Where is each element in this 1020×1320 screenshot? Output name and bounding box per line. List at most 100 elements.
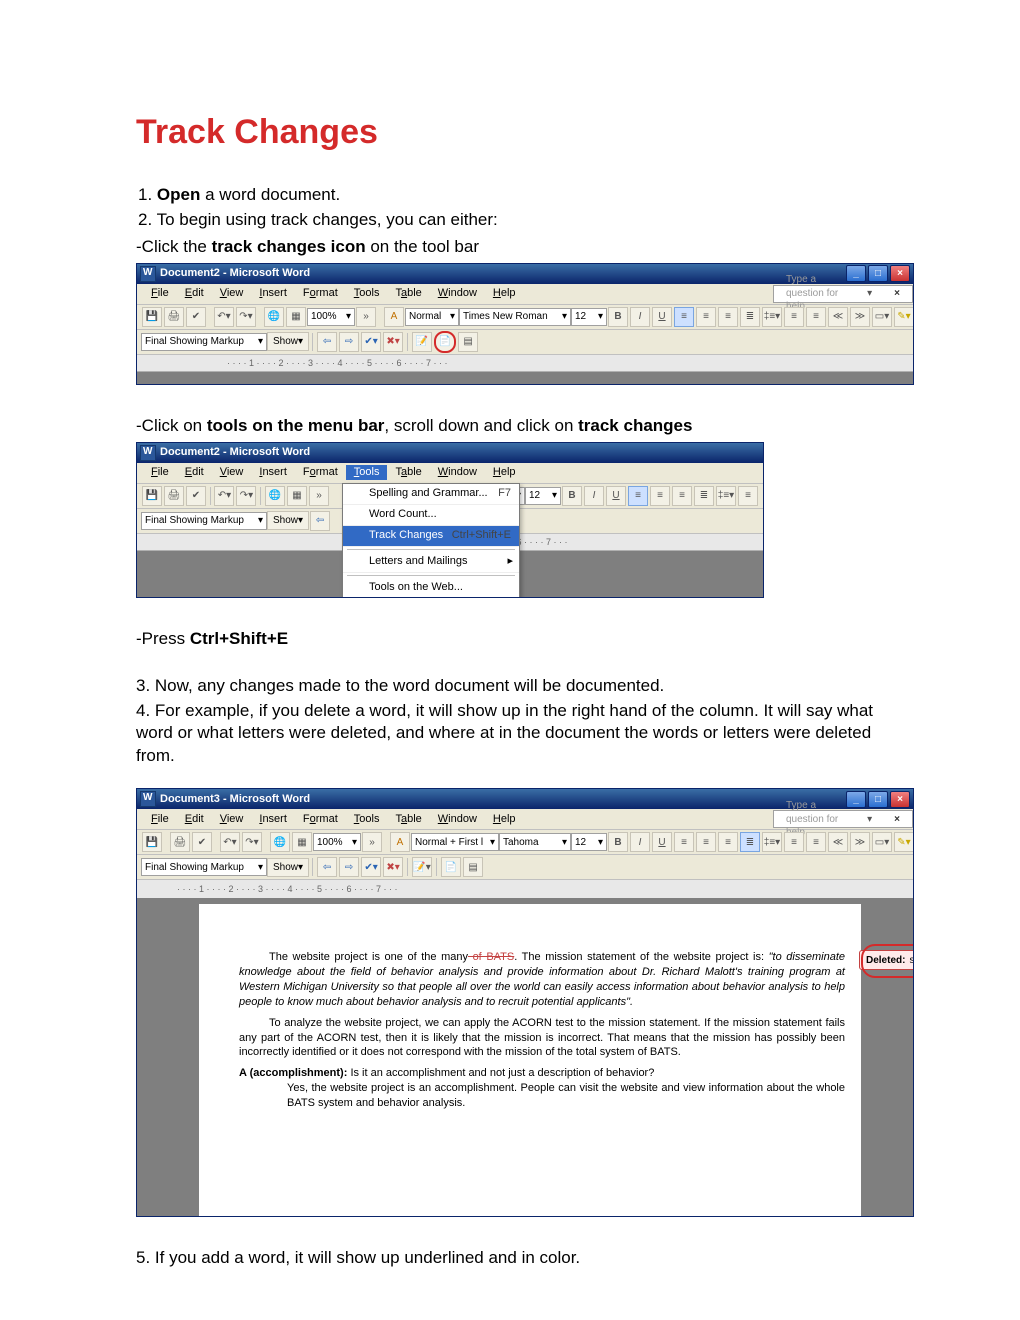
help-search[interactable]: Type a question for help▾× (773, 285, 913, 303)
border-button[interactable]: ▭▾ (872, 307, 892, 327)
tools-spelling[interactable]: Spelling and Grammar...F7 (343, 484, 519, 505)
bold-button[interactable]: B (608, 832, 628, 852)
prev-change-button[interactable]: ⇦ (317, 857, 337, 877)
bullets-button[interactable]: ≡ (806, 307, 826, 327)
menu-file[interactable]: File (143, 286, 177, 301)
highlight-button[interactable]: ✎▾ (894, 307, 913, 327)
out-indent-button[interactable]: ≪ (828, 832, 848, 852)
tools-letters[interactable]: Letters and Mailings▸ (343, 552, 519, 573)
redo-icon[interactable]: ↷▾ (236, 307, 256, 327)
maximize-button[interactable]: □ (868, 791, 888, 808)
tools-track-changes[interactable]: Track ChangesCtrl+Shift+E (343, 526, 519, 547)
menu-help[interactable]: Help (485, 465, 524, 480)
menu-view[interactable]: View (212, 286, 252, 301)
print-icon[interactable]: 🖨 (170, 832, 190, 852)
help-search[interactable]: Type a question for help▾× (773, 810, 913, 828)
menu-tools[interactable]: Tools (346, 286, 388, 301)
undo-icon[interactable]: ↶▾ (220, 832, 240, 852)
prev-change-button[interactable]: ⇦ (317, 332, 337, 352)
reject-button[interactable]: ✖▾ (383, 857, 403, 877)
print-icon[interactable]: 🖨 (164, 486, 184, 506)
style-icon[interactable]: A (390, 832, 410, 852)
accept-button[interactable]: ✔▾ (361, 332, 381, 352)
menu-edit[interactable]: Edit (177, 812, 212, 827)
align-center-button[interactable]: ≡ (650, 486, 670, 506)
spellcheck-icon[interactable]: ✔ (192, 832, 212, 852)
track-changes-button[interactable]: 📄 (434, 331, 456, 353)
menu-format[interactable]: Format (295, 812, 346, 827)
close-button[interactable]: × (890, 265, 910, 282)
tools-web[interactable]: Tools on the Web... (343, 578, 519, 598)
menu-view[interactable]: View (212, 812, 252, 827)
in-indent-button[interactable]: ≫ (850, 307, 870, 327)
underline-button[interactable]: U (606, 486, 626, 506)
menu-insert[interactable]: Insert (251, 286, 295, 301)
track-changes-button[interactable]: 📄 (441, 857, 461, 877)
redo-icon[interactable]: ↷▾ (242, 832, 262, 852)
print-icon[interactable]: 🖨 (164, 307, 184, 327)
border-button[interactable]: ▭▾ (872, 832, 892, 852)
align-left-button[interactable]: ≡ (674, 832, 694, 852)
line-spacing-button[interactable]: ‡≡▾ (762, 832, 782, 852)
align-right-button[interactable]: ≡ (718, 307, 738, 327)
tables-icon[interactable]: ▦ (287, 486, 307, 506)
menu-table[interactable]: Table (387, 286, 429, 301)
font-dropdown[interactable]: Times New Roman▾ (459, 308, 571, 326)
tables-icon[interactable]: ▦ (286, 307, 306, 327)
bold-button[interactable]: B (562, 486, 582, 506)
menu-edit[interactable]: Edit (177, 465, 212, 480)
style-icon[interactable]: A (384, 307, 404, 327)
spellcheck-icon[interactable]: ✔ (186, 307, 206, 327)
accept-button[interactable]: ✔▾ (361, 857, 381, 877)
numbering-button[interactable]: ≡ (784, 307, 804, 327)
markup-view-dropdown[interactable]: Final Showing Markup▾ (141, 512, 267, 530)
font-size-dropdown[interactable]: 12▾ (525, 487, 561, 505)
undo-icon[interactable]: ↶▾ (214, 486, 234, 506)
menu-insert[interactable]: Insert (251, 812, 295, 827)
markup-view-dropdown[interactable]: Final Showing Markup▾ (141, 333, 267, 351)
align-right-button[interactable]: ≡ (718, 832, 738, 852)
hyperlink-icon[interactable]: 🌐 (270, 832, 290, 852)
highlight-button[interactable]: ✎▾ (894, 832, 913, 852)
align-left-button[interactable]: ≡ (674, 307, 694, 327)
underline-button[interactable]: U (652, 832, 672, 852)
align-center-button[interactable]: ≡ (696, 307, 716, 327)
numbering-button[interactable]: ≡ (738, 486, 758, 506)
menu-window[interactable]: Window (430, 812, 485, 827)
tables-icon[interactable]: ▦ (292, 832, 312, 852)
underline-button[interactable]: U (652, 307, 672, 327)
redo-icon[interactable]: ↷▾ (236, 486, 256, 506)
menu-format[interactable]: Format (295, 465, 346, 480)
menu-help[interactable]: Help (485, 812, 524, 827)
reviewing-pane-button[interactable]: ▤ (463, 857, 483, 877)
hyperlink-icon[interactable]: 🌐 (264, 307, 284, 327)
reviewing-pane-button[interactable]: ▤ (458, 332, 478, 352)
font-dropdown[interactable]: Tahoma▾ (499, 833, 571, 851)
spellcheck-icon[interactable]: ✔ (186, 486, 206, 506)
align-right-button[interactable]: ≡ (672, 486, 692, 506)
bullets-button[interactable]: ≡ (806, 832, 826, 852)
zoom-dropdown[interactable]: 100%▾ (313, 833, 361, 851)
next-change-button[interactable]: ⇨ (339, 332, 359, 352)
menu-table[interactable]: Table (387, 812, 429, 827)
menu-view[interactable]: View (212, 465, 252, 480)
close-button[interactable]: × (890, 791, 910, 808)
italic-button[interactable]: I (584, 486, 604, 506)
undo-icon[interactable]: ↶▾ (214, 307, 234, 327)
menu-window[interactable]: Window (430, 286, 485, 301)
italic-button[interactable]: I (630, 832, 650, 852)
prev-change-button[interactable]: ⇦ (310, 511, 330, 531)
save-icon[interactable]: 💾 (142, 832, 162, 852)
menu-window[interactable]: Window (430, 465, 485, 480)
bold-button[interactable]: B (608, 307, 628, 327)
menu-file[interactable]: File (143, 812, 177, 827)
more-icon[interactable]: » (356, 307, 376, 327)
tools-wordcount[interactable]: Word Count... (343, 505, 519, 526)
justify-button[interactable]: ≣ (740, 307, 760, 327)
justify-button[interactable]: ≣ (740, 832, 760, 852)
show-dropdown[interactable]: Show ▾ (267, 332, 309, 351)
save-icon[interactable]: 💾 (142, 486, 162, 506)
italic-button[interactable]: I (630, 307, 650, 327)
align-center-button[interactable]: ≡ (696, 832, 716, 852)
next-change-button[interactable]: ⇨ (339, 857, 359, 877)
